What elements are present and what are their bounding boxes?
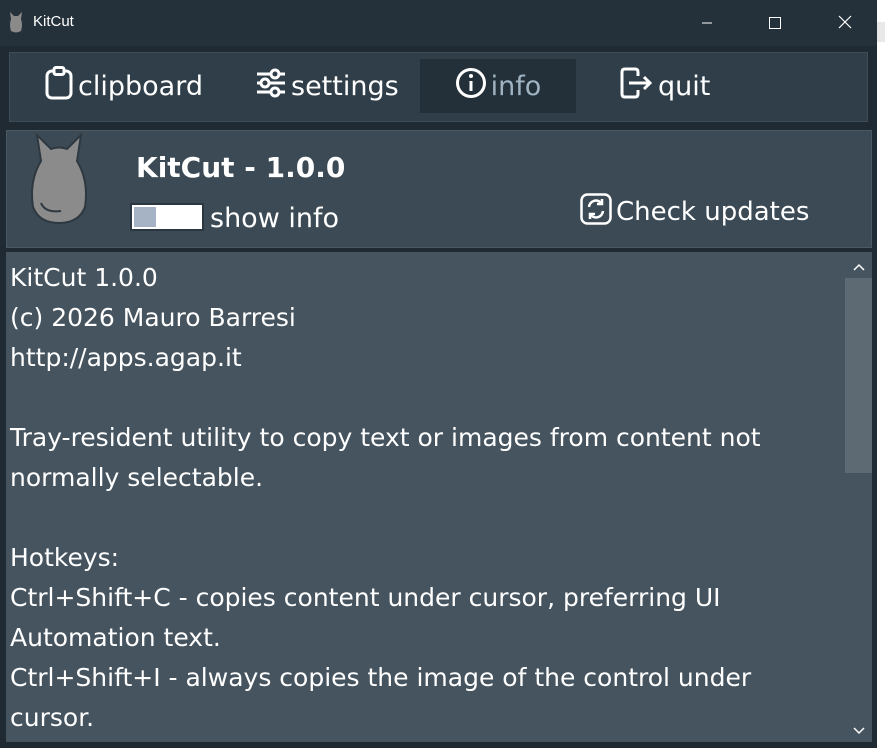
cat-icon xyxy=(9,11,23,37)
maximize-button[interactable] xyxy=(740,0,810,46)
chevron-up-icon xyxy=(852,256,865,275)
check-updates-button[interactable]: Check updates xyxy=(580,192,810,232)
nav-clipboard[interactable]: clipboard xyxy=(44,59,203,113)
cat-logo-icon xyxy=(27,132,91,229)
close-button[interactable] xyxy=(810,0,880,46)
info-text: KitCut 1.0.0 (c) 2026 Mauro Barresi http… xyxy=(10,263,761,732)
nav-bar: clipboard settings info quit xyxy=(9,52,868,122)
window-bottom-edge xyxy=(0,742,877,748)
nav-info[interactable]: info xyxy=(420,59,576,113)
scroll-up-button[interactable] xyxy=(845,252,872,278)
scroll-thumb[interactable] xyxy=(845,278,872,473)
minimize-button[interactable] xyxy=(672,0,742,46)
info-header: KitCut - 1.0.0 show info Check updates xyxy=(6,130,872,248)
nav-clipboard-label: clipboard xyxy=(78,70,203,102)
nav-info-label: info xyxy=(490,70,542,102)
refresh-icon xyxy=(580,192,616,232)
nav-quit-label: quit xyxy=(658,70,711,102)
exit-icon xyxy=(620,67,658,106)
vertical-scrollbar[interactable] xyxy=(845,252,872,742)
info-text-area[interactable]: KitCut 1.0.0 (c) 2026 Mauro Barresi http… xyxy=(6,252,872,742)
show-info-toggle[interactable] xyxy=(130,203,204,231)
nav-quit[interactable]: quit xyxy=(620,59,710,113)
info-icon xyxy=(455,67,491,106)
close-icon xyxy=(838,14,852,33)
title-bar: KitCut xyxy=(0,0,885,46)
chevron-down-icon xyxy=(852,720,865,739)
app-name-version: KitCut - 1.0.0 xyxy=(136,151,346,184)
clipboard-icon xyxy=(44,65,78,107)
nav-settings[interactable]: settings xyxy=(255,59,399,113)
maximize-icon xyxy=(769,14,781,33)
window-title: KitCut xyxy=(33,13,74,30)
show-info-label: show info xyxy=(210,203,340,234)
scroll-down-button[interactable] xyxy=(845,716,872,742)
check-updates-label: Check updates xyxy=(616,197,810,227)
sliders-icon xyxy=(255,67,291,106)
window-edge xyxy=(877,0,885,748)
minimize-icon xyxy=(701,14,713,33)
nav-settings-label: settings xyxy=(291,70,399,102)
